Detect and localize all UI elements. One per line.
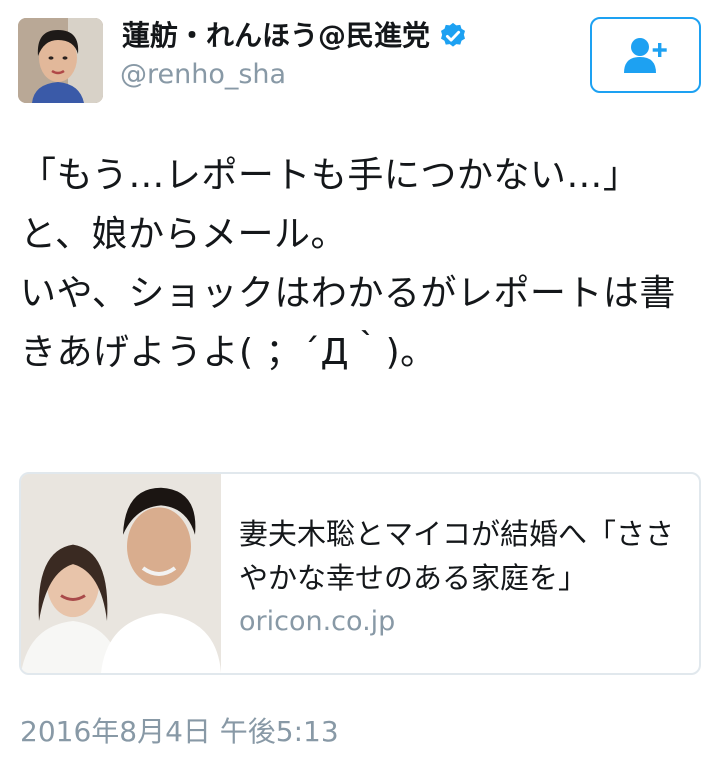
- follow-user-plus-icon: [623, 38, 667, 73]
- author-display-name: 蓮舫・れんほう@民進党: [122, 19, 431, 52]
- author-name[interactable]: 蓮舫・れんほう@民進党: [122, 18, 468, 54]
- avatar-photo: [18, 18, 103, 103]
- card-thumbnail-photo: [21, 474, 221, 673]
- card-domain: oricon.co.jp: [239, 606, 396, 637]
- tweet-timestamp[interactable]: 2016年8月4日 午後5:13: [20, 714, 339, 750]
- verified-badge-icon: [441, 22, 466, 47]
- follow-button[interactable]: [590, 17, 701, 93]
- link-card[interactable]: 妻夫木聡とマイコが結婚へ「ささやかな幸せのある家庭を」 oricon.co.jp: [19, 472, 701, 675]
- card-title[interactable]: 妻夫木聡とマイコが結婚へ「ささやかな幸せのある家庭を」: [239, 512, 677, 600]
- author-handle[interactable]: @renho_sha: [120, 58, 286, 92]
- tweet-text: 「もう…レポートも手につかない…」 と、娘からメール。 いや、ショックはわかるが…: [20, 155, 676, 373]
- card-body: 妻夫木聡とマイコが結婚へ「ささやかな幸せのある家庭を」 oricon.co.jp: [221, 474, 699, 673]
- avatar[interactable]: [18, 18, 103, 103]
- card-thumbnail: [21, 474, 221, 673]
